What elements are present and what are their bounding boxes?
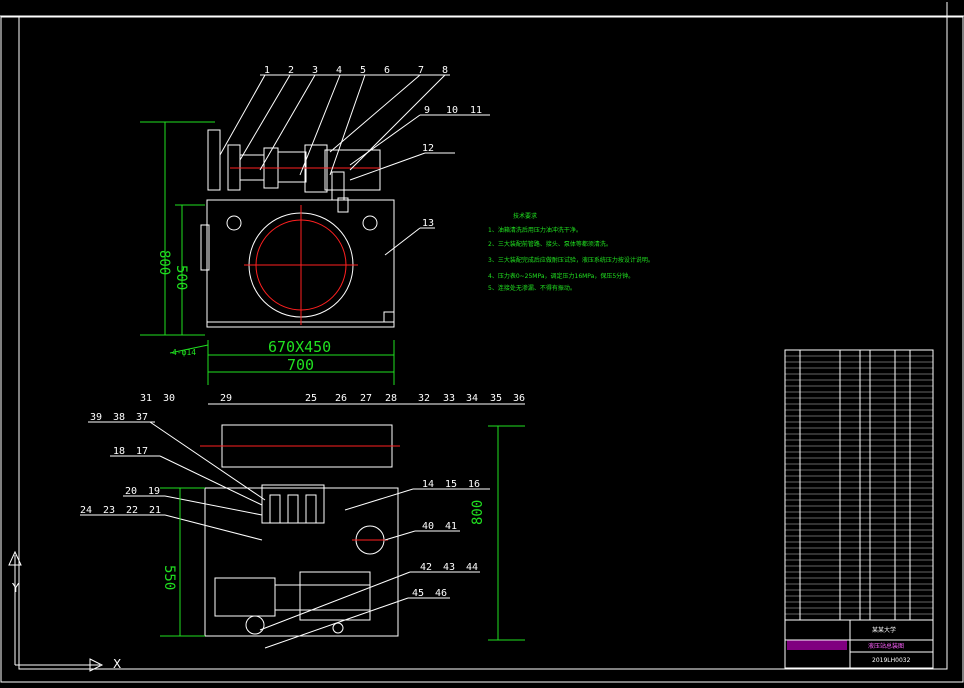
- top-dimension-lines: [140, 121, 395, 385]
- callout-28: 28: [385, 393, 397, 404]
- parts-rows: [785, 355, 933, 615]
- callout-37: 37: [136, 412, 148, 423]
- dim-800-top: 800: [156, 250, 172, 275]
- drain-plug: [383, 311, 395, 323]
- level-gauge: [200, 224, 210, 271]
- callout-35: 35: [490, 393, 502, 404]
- title-block: 某某大学 液压站总装图 2019LH0032: [784, 619, 934, 669]
- callout-8: 8: [442, 65, 448, 76]
- callout-2: 2: [288, 65, 294, 76]
- dim-700: 700: [287, 356, 314, 374]
- callout-15: 15: [445, 479, 457, 490]
- callout-31: 31: [140, 393, 152, 404]
- motor: [324, 149, 381, 191]
- callout-30: 30: [163, 393, 175, 404]
- check-valve: [331, 171, 345, 201]
- valve-2: [287, 494, 299, 524]
- callout-44: 44: [466, 562, 478, 573]
- front-callout-leaders: [80, 403, 525, 649]
- callout-24: 24: [80, 505, 92, 516]
- callout-29: 29: [220, 393, 232, 404]
- callout-25: 25: [305, 393, 317, 404]
- front-view: 31 30 29 25 26 27 28 32 33 34 35 36 39 3…: [80, 393, 525, 649]
- callout-7: 7: [418, 65, 424, 76]
- dim-800-front: 800: [470, 500, 486, 525]
- callout-18: 18: [113, 446, 125, 457]
- filler-breather: [207, 129, 221, 191]
- callout-26: 26: [335, 393, 347, 404]
- callout-12: 12: [422, 143, 434, 154]
- callout-46: 46: [435, 588, 447, 599]
- top-port-right: [362, 215, 378, 231]
- callout-17: 17: [136, 446, 148, 457]
- valve-1: [269, 494, 281, 524]
- note-line-2: 2、三大装配前管路、接头、泵体等都须清洗。: [488, 240, 612, 248]
- callout-1: 1: [264, 65, 270, 76]
- technical-notes: 技术要求 1、油箱清洗后用压力油冲洗干净。 2、三大装配前管路、接头、泵体等都须…: [488, 212, 654, 292]
- callout-38: 38: [113, 412, 125, 423]
- ucs-icon: Y X: [8, 550, 121, 672]
- note-line-4: 4、压力表0~25MPa，调定压力16MPa，保压5分钟。: [488, 272, 634, 280]
- top-callout-leaders: [219, 74, 490, 256]
- callout-13: 13: [422, 218, 434, 229]
- callout-5: 5: [360, 65, 366, 76]
- valve-block: [261, 484, 325, 524]
- callout-36: 36: [513, 393, 525, 404]
- x-axis-label: X: [113, 657, 121, 671]
- valve-3: [305, 494, 317, 524]
- drawing-title: 液压站总装图: [868, 642, 904, 650]
- callout-42: 42: [420, 562, 432, 573]
- dim-500-top: 500: [173, 265, 189, 290]
- callout-10: 10: [446, 105, 458, 116]
- callout-21: 21: [149, 505, 161, 516]
- pump-motor-front: [214, 577, 276, 617]
- motor-housing: [299, 571, 371, 621]
- top-port-left: [226, 215, 242, 231]
- y-axis-label: Y: [11, 581, 20, 595]
- callout-22: 22: [126, 505, 138, 516]
- dim-550-front: 550: [161, 565, 177, 590]
- cad-drawing-canvas: 1 2 3 4 5 6 7 8 9 10 11 12 13 800 500 67…: [0, 2, 964, 683]
- callout-19: 19: [148, 486, 160, 497]
- callout-20: 20: [125, 486, 137, 497]
- dim-670x450: 670X450: [268, 338, 331, 356]
- note-line-3: 3、三大装配完成后应做耐压试验，液压系统压力按设计说明。: [488, 256, 654, 264]
- drawing-number: 2019LH0032: [872, 657, 911, 664]
- callout-14: 14: [422, 479, 434, 490]
- bottom-plug: [332, 622, 344, 634]
- drain-valve: [245, 615, 265, 635]
- dim-holes: 4-φ14: [172, 348, 196, 357]
- callout-6: 6: [384, 65, 390, 76]
- callout-33: 33: [443, 393, 455, 404]
- parts-table: [784, 349, 934, 621]
- callout-34: 34: [466, 393, 478, 404]
- callout-9: 9: [424, 105, 430, 116]
- callout-39: 39: [90, 412, 102, 423]
- callout-4: 4: [336, 65, 342, 76]
- callout-27: 27: [360, 393, 372, 404]
- callout-16: 16: [468, 479, 480, 490]
- callout-11: 11: [470, 105, 482, 116]
- note-line-5: 5、连接处无渗漏、不得有振动。: [488, 284, 576, 292]
- callout-41: 41: [445, 521, 457, 532]
- callout-23: 23: [103, 505, 115, 516]
- callout-40: 40: [422, 521, 434, 532]
- school-name: 某某大学: [872, 626, 896, 634]
- notes-title: 技术要求: [513, 212, 537, 220]
- title-block-stripe: [787, 640, 847, 650]
- parts-list: [784, 349, 934, 621]
- callout-45: 45: [412, 588, 424, 599]
- callout-43: 43: [443, 562, 455, 573]
- callout-32: 32: [418, 393, 430, 404]
- callout-3: 3: [312, 65, 318, 76]
- pump-body: [277, 151, 307, 183]
- note-line-1: 1、油箱清洗后用压力油冲洗干净。: [488, 226, 582, 234]
- top-view: 1 2 3 4 5 6 7 8 9 10 11 12 13 800 500 67…: [140, 65, 490, 385]
